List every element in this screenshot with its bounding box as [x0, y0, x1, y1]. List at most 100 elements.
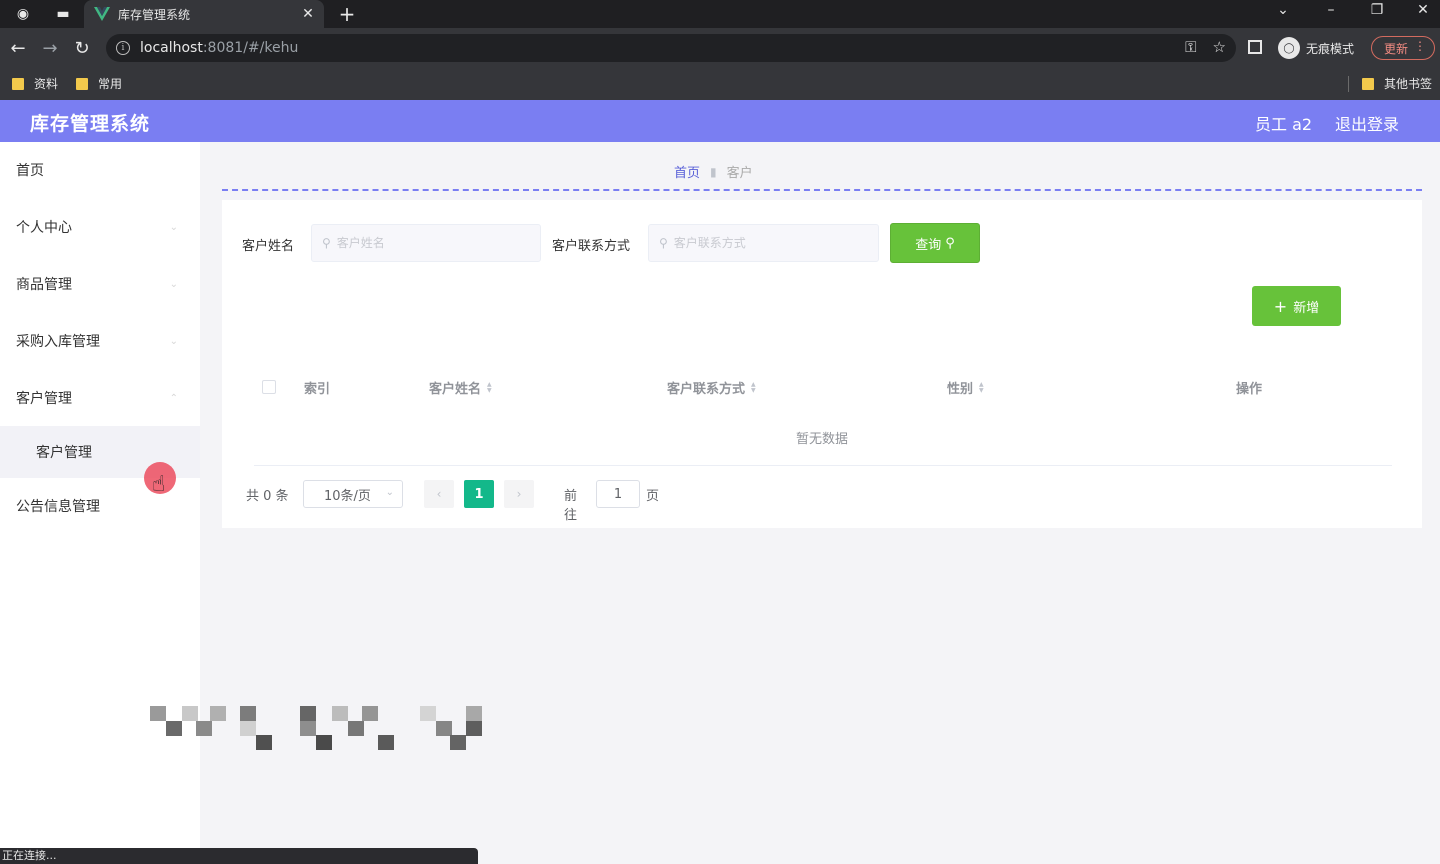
other-bookmarks-label: 其他书签 — [1384, 77, 1433, 91]
goto-label: 前往 — [564, 489, 578, 523]
breadcrumb-current: 客户 — [726, 166, 753, 181]
contact-search-field[interactable]: ⚲ — [648, 224, 879, 262]
new-tab-icon[interactable]: + — [336, 2, 358, 26]
contact-search-label: 客户联系方式 — [552, 239, 631, 254]
name-search-input[interactable] — [336, 236, 517, 250]
browser-address-bar: ← → ↻ i localhost :8081/#/kehu ⚿ ☆ ◯ 无痕模… — [0, 28, 1440, 68]
sidebar-item-products[interactable]: 商品管理 ⌄ — [0, 256, 200, 312]
contact-search-input[interactable] — [673, 236, 854, 250]
sidebar-item-home[interactable]: 首页 — [0, 142, 200, 198]
sort-icon[interactable]: ▲ ▼ — [979, 381, 984, 394]
sort-icon[interactable]: ▲ ▼ — [487, 381, 492, 394]
key-icon[interactable]: ⚿ — [1185, 38, 1196, 56]
restore-icon[interactable]: ❐ — [1362, 2, 1392, 18]
minimize-icon[interactable]: – — [1316, 2, 1346, 18]
sidebar-item-label: 首页 — [16, 163, 44, 179]
folder-icon — [76, 77, 88, 90]
column-header-name[interactable]: 客户姓名 ▲ ▼ — [429, 378, 492, 397]
sidebar-item-label: 采购入库管理 — [16, 334, 100, 350]
url-path: :8081/#/kehu — [202, 40, 299, 56]
chevron-down-icon: ⌄ — [169, 278, 178, 290]
chevron-down-icon: ⌄ — [169, 335, 178, 347]
current-user: 员工 a2 — [1255, 115, 1313, 134]
search-icon: ⚲ — [945, 235, 955, 251]
bookmarks-bar: 资料 常用 其他书签 — [0, 68, 1440, 100]
next-page-button[interactable]: › — [504, 480, 534, 508]
main-panel: 客户姓名 ⚲ 客户联系方式 ⚲ 查询 ⚲ + 新增 索引 客户姓名 ▲▼ 客户联… — [222, 200, 1422, 528]
sidebar: 首页 个人中心 ⌄ 商品管理 ⌄ 采购入库管理 ⌄ 客户管理 ⌃ 客户管理 公告… — [0, 142, 200, 864]
plus-icon: + — [1273, 296, 1288, 316]
sidebar-item-label: 公告信息管理 — [16, 499, 100, 515]
incognito-profile[interactable]: ◯ 无痕模式 — [1278, 37, 1354, 59]
sidebar-item-profile[interactable]: 个人中心 ⌄ — [0, 199, 200, 255]
bookmark-folder[interactable]: 资料 — [12, 75, 58, 92]
chevron-down-icon: ⌄ — [385, 487, 394, 498]
query-button[interactable]: 查询 ⚲ — [890, 223, 980, 263]
browser-menu-icon[interactable]: ◉ — [14, 5, 32, 23]
update-label: 更新 — [1384, 41, 1409, 56]
search-icon: ⚲ — [322, 236, 331, 250]
back-icon[interactable]: ← — [6, 36, 30, 60]
app-title: 库存管理系统 — [30, 113, 151, 135]
prev-page-button[interactable]: ‹ — [424, 480, 454, 508]
page-number-current[interactable]: 1 — [464, 480, 494, 508]
select-all-checkbox[interactable] — [262, 380, 276, 394]
other-bookmarks[interactable]: 其他书签 — [1362, 75, 1432, 92]
column-header-label: 客户联系方式 — [667, 382, 746, 397]
column-header-gender[interactable]: 性别 ▲ ▼ — [947, 378, 984, 397]
folder-icon — [12, 77, 24, 90]
logout-link[interactable]: 退出登录 — [1335, 111, 1399, 135]
sidebar-item-customers[interactable]: 客户管理 ⌃ — [0, 370, 200, 426]
sort-icon[interactable]: ▲ ▼ — [751, 381, 756, 394]
bookmark-label: 资料 — [34, 77, 59, 91]
sidebar-item-label: 商品管理 — [16, 277, 72, 293]
breadcrumb-divider — [222, 189, 1422, 191]
redacted-mosaic — [148, 706, 486, 750]
browser-status-bar: 正在连接... — [0, 848, 478, 864]
tab-title: 库存管理系统 — [118, 7, 191, 22]
table-empty-text: 暂无数据 — [795, 432, 848, 447]
add-button-label: 新增 — [1293, 300, 1320, 316]
forward-icon[interactable]: → — [38, 36, 62, 60]
goto-unit-label: 页 — [646, 489, 660, 504]
chevron-up-icon: ⌃ — [169, 392, 178, 404]
bookmarks-divider — [1348, 76, 1349, 92]
vue-logo-icon — [94, 7, 110, 21]
app-header: 库存管理系统 员工 a2 退出登录 — [0, 100, 1440, 142]
folder-icon — [1362, 77, 1374, 90]
goto-page-input[interactable]: 1 — [596, 480, 640, 508]
pagination-total: 共 0 条 — [246, 489, 289, 504]
sidebar-item-purchase[interactable]: 采购入库管理 ⌄ — [0, 313, 200, 369]
search-icon: ⚲ — [659, 236, 668, 250]
url-field[interactable]: i localhost :8081/#/kehu ⚿ ☆ — [106, 34, 1236, 62]
sidebar-item-label: 客户管理 — [16, 391, 72, 407]
column-header-label: 索引 — [304, 382, 331, 397]
site-info-icon[interactable]: i — [116, 41, 130, 55]
incognito-icon: ◯ — [1278, 37, 1300, 59]
tab-list-chevron-icon[interactable]: ⌄ — [1268, 2, 1298, 18]
page-size-select[interactable]: 10条/页 ⌄ — [303, 480, 403, 508]
url-host: localhost — [140, 40, 203, 56]
bookmark-label: 常用 — [98, 77, 123, 91]
name-search-field[interactable]: ⚲ — [311, 224, 541, 262]
browser-tab-bar: ◉ ▬ 库存管理系统 ✕ + ⌄ – ❐ ✕ — [0, 0, 1440, 28]
add-button[interactable]: + 新增 — [1252, 286, 1341, 326]
sidebar-subitem-label: 客户管理 — [36, 445, 92, 461]
tab-close-icon[interactable]: ✕ — [298, 6, 318, 22]
incognito-label: 无痕模式 — [1306, 41, 1355, 56]
reload-icon[interactable]: ↻ — [70, 36, 94, 60]
tab-search-icon[interactable]: ▬ — [54, 5, 72, 23]
browser-tab-active[interactable]: 库存管理系统 ✕ — [84, 0, 324, 28]
window-close-icon[interactable]: ✕ — [1408, 2, 1438, 18]
bookmark-star-icon[interactable]: ☆ — [1213, 38, 1226, 56]
bookmark-folder[interactable]: 常用 — [76, 75, 122, 92]
side-panel-icon[interactable] — [1248, 40, 1262, 54]
more-menu-icon: ⋮ — [1414, 39, 1426, 53]
column-header-label: 操作 — [1236, 382, 1263, 397]
table-bottom-border — [254, 465, 1392, 466]
breadcrumb-home[interactable]: 首页 — [674, 162, 700, 181]
column-header-contact[interactable]: 客户联系方式 ▲ ▼ — [667, 378, 756, 397]
column-header-label: 客户姓名 — [429, 382, 482, 397]
update-button[interactable]: 更新 ⋮ — [1371, 36, 1435, 60]
query-button-label: 查询 — [915, 237, 942, 253]
